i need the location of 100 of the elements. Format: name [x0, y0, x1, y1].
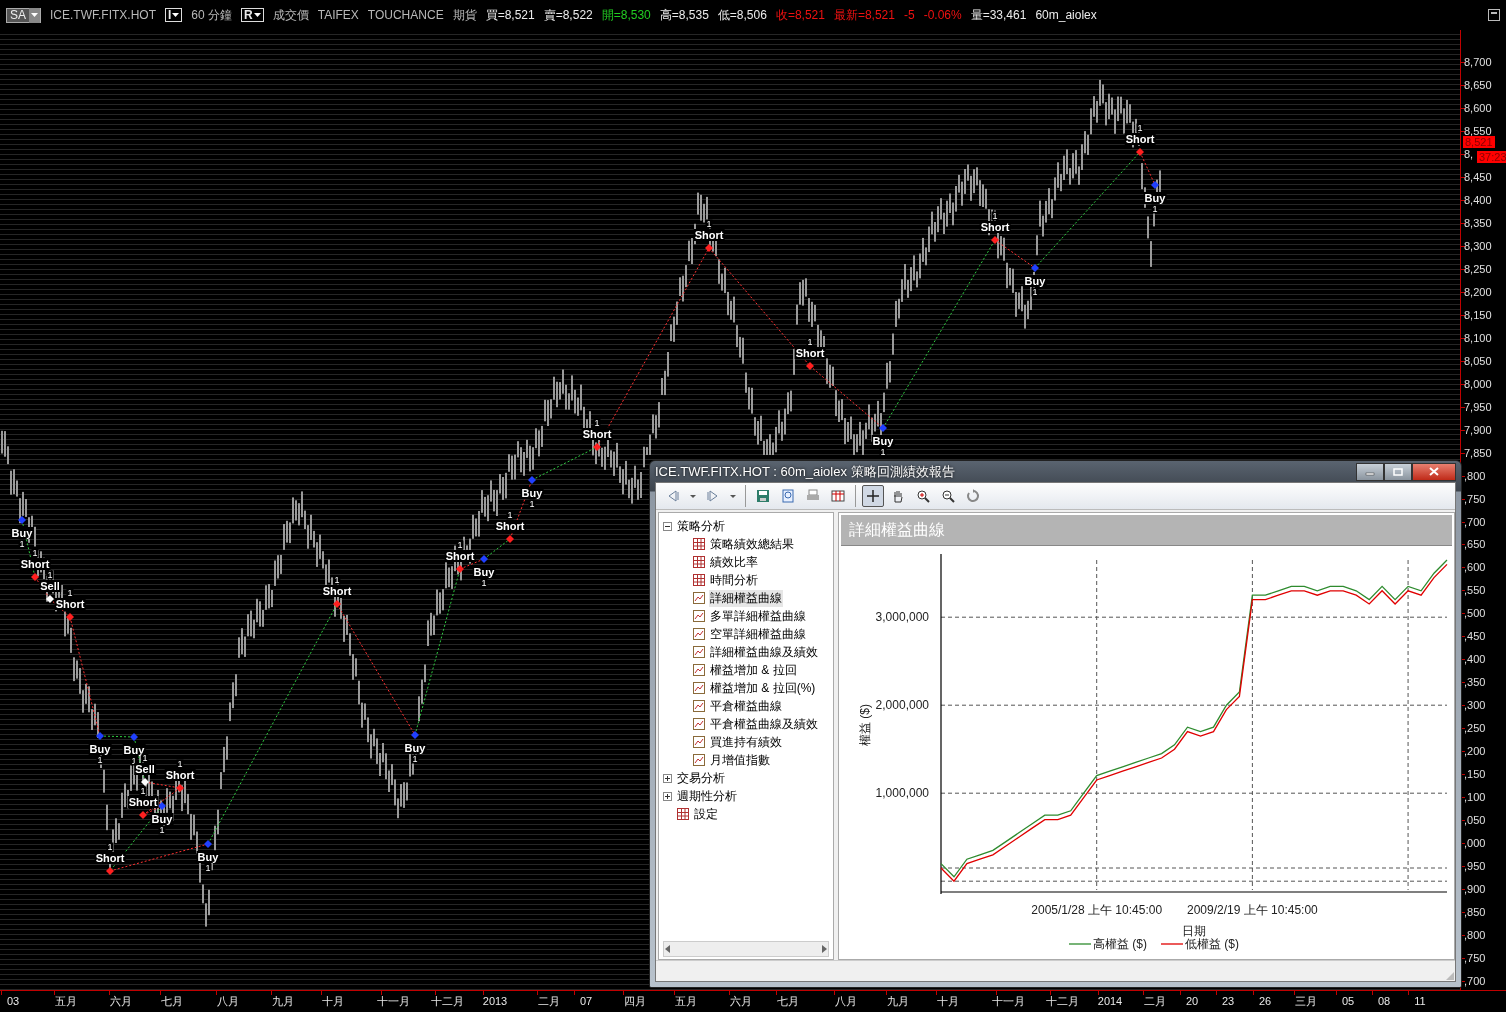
- date-tick-label: 03: [6, 995, 20, 1008]
- tree-group-item[interactable]: 交易分析: [676, 769, 726, 787]
- tree-group-item[interactable]: 策略分析: [676, 517, 726, 535]
- signal-label: Short: [979, 221, 1011, 233]
- signal-label: Short: [581, 428, 613, 440]
- tree-item[interactable]: 時間分析: [709, 571, 759, 589]
- tree-item[interactable]: 權益增加 & 拉回(%): [709, 679, 817, 697]
- signal-label: Sell: [39, 580, 61, 592]
- price-tick-label: ,300: [1464, 699, 1486, 713]
- y-tick-label: 3,000,000: [875, 610, 929, 625]
- signal-label: Buy: [871, 435, 895, 447]
- price-tick-label: 8,: [1464, 147, 1474, 161]
- quote-text: 60m_aiolex: [1035, 8, 1097, 22]
- signal-label: Short: [127, 796, 159, 808]
- price-tick-label: ,950: [1464, 860, 1486, 874]
- price-tick-label: 8,600: [1464, 101, 1492, 115]
- quote-text: 賣=8,522: [543, 6, 593, 24]
- date-tick-label: 07: [579, 995, 593, 1008]
- y-tick-label: 1,000,000: [875, 786, 929, 801]
- tree-item[interactable]: 月增值指數: [709, 751, 771, 769]
- signal-count: 1: [506, 510, 514, 520]
- quote-text: 買=8,521: [485, 6, 535, 24]
- signal-count: 1: [480, 578, 488, 588]
- signal-count: 1: [1031, 287, 1039, 297]
- price-tick-label: ,400: [1464, 653, 1486, 667]
- tree-item[interactable]: 多單詳細權益曲線: [709, 607, 807, 625]
- signal-label: Sell: [134, 763, 156, 775]
- tree-item[interactable]: 平倉權益曲線及績效: [709, 715, 819, 733]
- price-tick-label: ,800: [1464, 929, 1486, 943]
- date-tick-label: 九月: [887, 995, 909, 1008]
- y-axis-title: 權益 ($): [858, 704, 872, 746]
- quote-text: ICE.TWF.FITX.HOT: [50, 8, 156, 22]
- price-tick-label: ,850: [1464, 906, 1486, 920]
- option-dropdown[interactable]: R: [241, 8, 264, 22]
- price-tick-label: 8,700: [1464, 56, 1492, 69]
- tree-item[interactable]: 權益增加 & 拉回: [709, 661, 798, 679]
- option-dropdown[interactable]: I: [165, 8, 183, 22]
- signal-label: Buy: [10, 527, 34, 539]
- quote-text: 最新=8,521: [833, 6, 895, 24]
- price-tick-label: ,450: [1464, 630, 1486, 644]
- date-tick-label: 五月: [55, 995, 77, 1008]
- legend-label: 低權益 ($): [1185, 937, 1239, 951]
- signal-label: Short: [444, 550, 476, 562]
- signal-count: 1: [106, 842, 114, 852]
- tree-item[interactable]: 績效比率: [709, 553, 759, 571]
- date-tick-label: 八月: [835, 995, 857, 1008]
- price-tick-label: ,600: [1464, 561, 1486, 575]
- symbol-dropdown[interactable]: SA: [6, 7, 41, 23]
- signal-count: 1: [204, 863, 212, 873]
- signal-count: 1: [1136, 123, 1144, 133]
- signal-label: Buy: [1023, 275, 1047, 287]
- tree-group-item[interactable]: 週期性分析: [676, 787, 738, 805]
- quote-text: 低=8,506: [717, 6, 767, 24]
- signal-label: Buy: [88, 743, 112, 755]
- quote-text: 期貨: [452, 6, 477, 24]
- quote-text: TAIFEX: [317, 8, 359, 22]
- signal-count: 1: [96, 755, 104, 765]
- tree-item[interactable]: 策略績效總結果: [709, 535, 795, 553]
- signal-label: Short: [321, 585, 353, 597]
- signal-count: 1: [411, 754, 419, 764]
- price-tick-label: ,000: [1464, 837, 1486, 851]
- date-tick-label: 六月: [110, 995, 132, 1008]
- date-tick-label: 二月: [1144, 995, 1166, 1008]
- x-tick-label: 2005/1/28 上午 10:45:00: [1031, 903, 1163, 917]
- date-tick-label: 08: [1377, 995, 1391, 1008]
- price-tick-label: ,750: [1464, 952, 1486, 965]
- tree-item[interactable]: 詳細權益曲線及績效: [709, 643, 819, 661]
- window-title: ICE.TWF.FITX.HOT : 60m_aiolex 策略回測績效報告: [655, 462, 955, 481]
- price-tick-label: 8,150: [1464, 308, 1492, 322]
- signal-count: 1: [879, 447, 887, 457]
- price-tick-label: 8,400: [1464, 193, 1492, 207]
- date-tick-label: 十二月: [1045, 995, 1079, 1008]
- tree-item[interactable]: 平倉權益曲線: [709, 697, 783, 715]
- date-tick-label: 2014: [1097, 995, 1123, 1008]
- signal-label: Buy: [150, 813, 174, 825]
- price-tick-label: ,350: [1464, 676, 1486, 690]
- quote-text: 高=8,535: [659, 6, 709, 24]
- tree-item[interactable]: 詳細權益曲線: [709, 589, 783, 607]
- date-tick-label: 五月: [675, 995, 697, 1008]
- price-tick-label: ,150: [1464, 768, 1486, 782]
- signal-label: Buy: [520, 487, 544, 499]
- date-tick-label: 八月: [217, 995, 239, 1008]
- signal-count: 1: [991, 211, 999, 221]
- signal-count: 1: [31, 548, 39, 558]
- signal-label: Buy: [472, 566, 496, 578]
- x-tick-label: 2009/2/19 上午 10:45:00: [1187, 903, 1318, 917]
- tree-item[interactable]: 買進持有績效: [709, 733, 783, 751]
- tree-item[interactable]: 空單詳細權益曲線: [709, 625, 807, 643]
- quote-text: -0.06%: [923, 8, 962, 22]
- price-tick-label: ,750: [1464, 492, 1486, 506]
- price-tick-label: ,650: [1464, 538, 1486, 552]
- date-tick-label: 十月: [322, 995, 344, 1008]
- x-axis-title: 日期: [1182, 924, 1206, 938]
- price-tick-label: ,100: [1464, 791, 1486, 805]
- date-tick-label: 26: [1258, 995, 1272, 1008]
- tree-item[interactable]: 設定: [693, 805, 719, 823]
- price-tick-label: ,700: [1464, 975, 1486, 988]
- quote-text: TOUCHANCE: [367, 8, 444, 22]
- legend-label: 高權益 ($): [1093, 937, 1147, 951]
- price-tick-label: ,700: [1464, 515, 1486, 529]
